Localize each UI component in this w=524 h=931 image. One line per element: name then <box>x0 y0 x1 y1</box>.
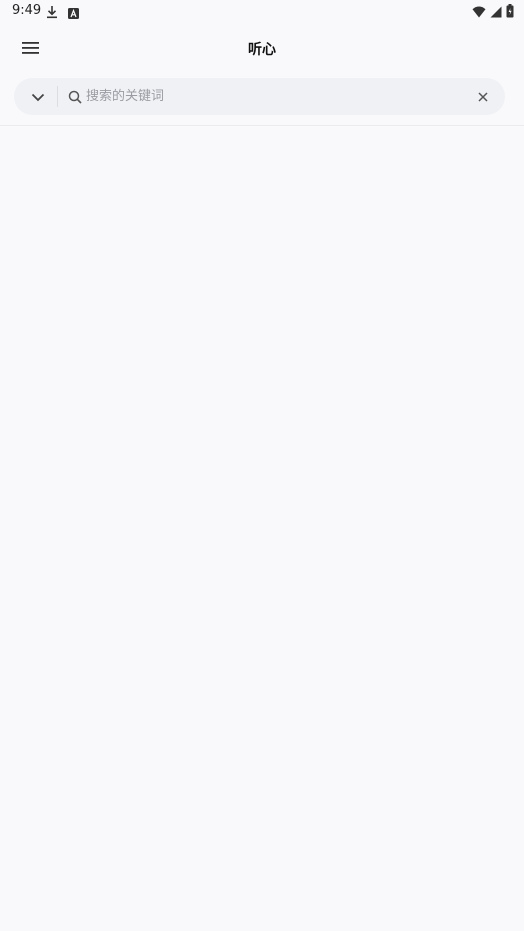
results-list <box>0 126 524 931</box>
app-bar: 听心 <box>0 22 524 74</box>
page-title: 听心 <box>248 42 276 58</box>
search-icon <box>68 89 83 104</box>
chevron-down-icon <box>31 87 45 106</box>
app-a-icon <box>68 4 79 23</box>
app-screen: 9:49 听心 搜索的关键词 <box>0 0 524 931</box>
search-bar <box>14 78 505 115</box>
close-icon <box>478 87 488 106</box>
status-bar: 9:49 <box>0 0 524 22</box>
download-icon <box>46 4 58 23</box>
status-time: 9:49 <box>12 3 42 18</box>
status-right-icons <box>472 3 514 22</box>
search-type-dropdown[interactable] <box>26 84 50 108</box>
status-left-icons <box>46 4 79 23</box>
battery-icon <box>506 3 514 22</box>
search-divider <box>57 86 58 107</box>
wifi-icon <box>472 3 486 22</box>
search-input[interactable] <box>86 85 466 108</box>
signal-icon <box>490 3 502 22</box>
clear-search-button[interactable] <box>475 88 491 104</box>
